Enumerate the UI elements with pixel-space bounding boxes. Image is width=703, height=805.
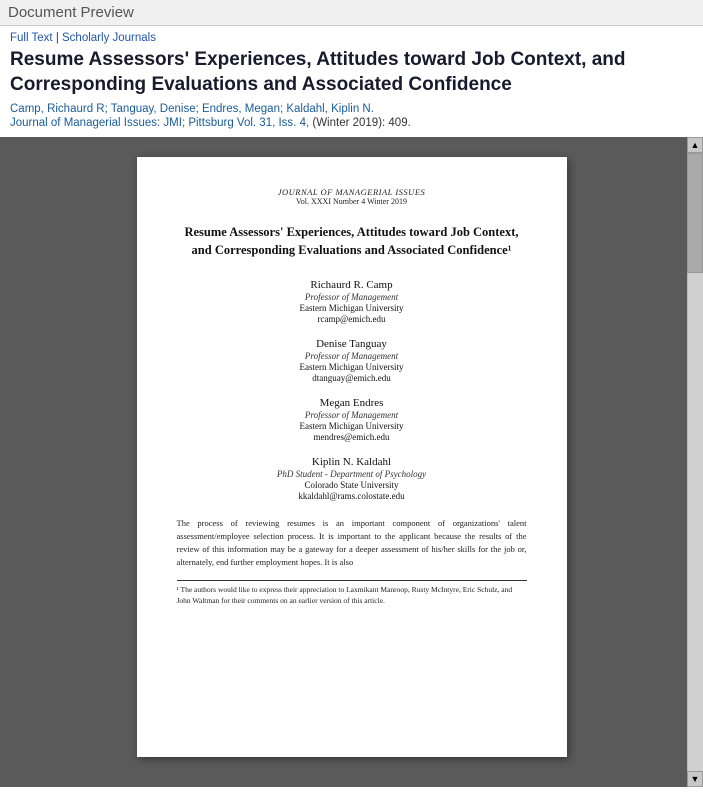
- author-name-1: Denise Tanguay: [177, 338, 527, 350]
- paper-footnote-text: ¹ The authors would like to express thei…: [177, 585, 527, 606]
- paper-authors: Richaurd R. CampProfessor of ManagementE…: [177, 279, 527, 501]
- author-university-3: Colorado State University: [177, 480, 527, 490]
- author-title-2: Professor of Management: [177, 410, 527, 420]
- scholarly-journals-link[interactable]: Scholarly Journals: [62, 32, 156, 44]
- date-info: (Winter 2019): 409.: [312, 117, 410, 129]
- preview-container: JOURNAL OF MANAGERIAL ISSUES Vol. XXXI N…: [0, 137, 703, 787]
- author-name-2: Megan Endres: [177, 397, 527, 409]
- top-bar: Document Preview: [0, 0, 703, 26]
- article-title-meta: Resume Assessors' Experiences, Attitudes…: [10, 48, 693, 97]
- journal-line: Journal of Managerial Issues: JMI; Pitts…: [10, 117, 693, 129]
- journal-name: Journal of Managerial Issues: JMI; Pitts…: [10, 117, 234, 129]
- author-email-3: kkaldahl@rams.colostate.edu: [177, 491, 527, 501]
- author-title-3: PhD Student - Department of Psychology: [177, 469, 527, 479]
- authors-line: Camp, Richaurd R; Tanguay, Denise; Endre…: [10, 103, 693, 115]
- full-text-link[interactable]: Full Text: [10, 32, 53, 44]
- paper-journal-name: JOURNAL OF MANAGERIAL ISSUES: [177, 187, 527, 197]
- top-bar-title: Document Preview: [8, 4, 134, 21]
- author-block-0: Richaurd R. CampProfessor of ManagementE…: [177, 279, 527, 324]
- paper-journal-header: JOURNAL OF MANAGERIAL ISSUES Vol. XXXI N…: [177, 187, 527, 206]
- paper-footnote: ¹ The authors would like to express thei…: [177, 580, 527, 606]
- paper-journal-vol: Vol. XXXI Number 4 Winter 2019: [177, 197, 527, 206]
- author-name-3: Kiplin N. Kaldahl: [177, 456, 527, 468]
- author-block-1: Denise TanguayProfessor of ManagementEas…: [177, 338, 527, 383]
- author-email-2: mendres@emich.edu: [177, 432, 527, 442]
- vol-info: Vol. 31, Iss. 4,: [237, 117, 309, 129]
- paper-title: Resume Assessors' Experiences, Attitudes…: [177, 224, 527, 259]
- author-block-2: Megan EndresProfessor of ManagementEaste…: [177, 397, 527, 442]
- author-email-0: rcamp@emich.edu: [177, 314, 527, 324]
- author-university-1: Eastern Michigan University: [177, 362, 527, 372]
- author-university-0: Eastern Michigan University: [177, 303, 527, 313]
- scroll-thumb[interactable]: [687, 153, 703, 273]
- author-title-1: Professor of Management: [177, 351, 527, 361]
- scrollbar[interactable]: ▲ ▼: [687, 137, 703, 787]
- author-block-3: Kiplin N. KaldahlPhD Student - Departmen…: [177, 456, 527, 501]
- author-title-0: Professor of Management: [177, 292, 527, 302]
- paper-document: JOURNAL OF MANAGERIAL ISSUES Vol. XXXI N…: [137, 157, 567, 757]
- full-text-line: Full Text | Scholarly Journals: [10, 32, 693, 44]
- author-name-0: Richaurd R. Camp: [177, 279, 527, 291]
- author-university-2: Eastern Michigan University: [177, 421, 527, 431]
- scroll-arrow-down[interactable]: ▼: [687, 771, 703, 787]
- paper-abstract: The process of reviewing resumes is an i…: [177, 517, 527, 568]
- author-email-1: dtanguay@emich.edu: [177, 373, 527, 383]
- separator: |: [56, 32, 59, 44]
- meta-section: Full Text | Scholarly Journals Resume As…: [0, 26, 703, 137]
- scroll-arrow-up[interactable]: ▲: [687, 137, 703, 153]
